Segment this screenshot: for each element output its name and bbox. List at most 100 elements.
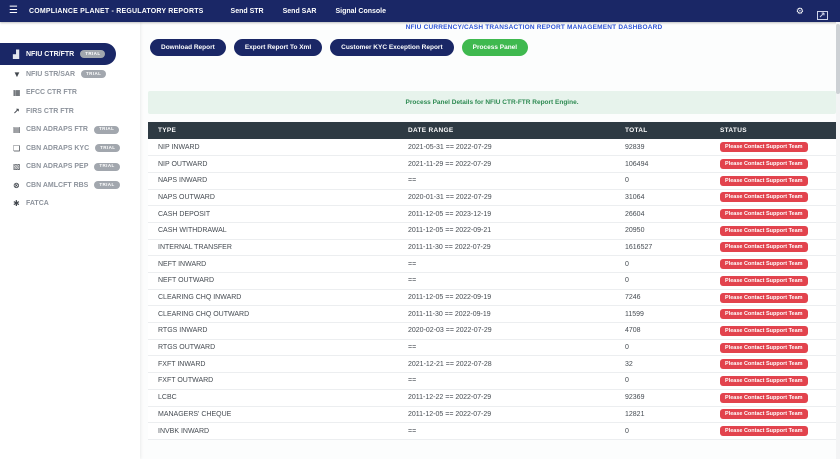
- sidebar-item-label: EFCC CTR FTR: [26, 89, 77, 96]
- sidebar-item-label: CBN AMLCFT RBS: [26, 182, 88, 189]
- hamburger-icon[interactable]: ☰: [9, 6, 18, 16]
- sidebar-item-efcc-ctr-ftr[interactable]: ▦ EFCC CTR FTR: [0, 84, 140, 103]
- cell-total: 12821: [615, 406, 710, 423]
- sidebar-item-fatca[interactable]: ✱ FATCA: [0, 195, 140, 214]
- contact-support-button[interactable]: Please Contact Support Team: [720, 359, 808, 369]
- contact-support-button[interactable]: Please Contact Support Team: [720, 192, 808, 202]
- cell-total: 32: [615, 356, 710, 373]
- contact-support-button[interactable]: Please Contact Support Team: [720, 242, 808, 252]
- scrollbar-thumb[interactable]: [836, 24, 840, 94]
- table-row: NIP INWARD 2021-05-31 == 2022-07-29 9283…: [148, 139, 836, 156]
- process-panel-button[interactable]: Process Panel: [462, 39, 528, 56]
- cell-type: CASH DEPOSIT: [148, 206, 398, 223]
- cell-type: RTGS OUTWARD: [148, 339, 398, 356]
- sidebar-item-label: CBN ADRAPS FTR: [26, 126, 88, 133]
- contact-support-button[interactable]: Please Contact Support Team: [720, 426, 808, 436]
- column-header-type: TYPE: [148, 122, 398, 139]
- contact-support-button[interactable]: Please Contact Support Team: [720, 343, 808, 353]
- report-table-wrap: TYPEDATE RANGETOTALSTATUS NIP INWARD 202…: [148, 122, 836, 440]
- cell-date-range: ==: [398, 339, 615, 356]
- cell-status: Please Contact Support Team: [710, 356, 836, 373]
- nav-link-send-str[interactable]: Send STR: [231, 8, 264, 15]
- navbar-right: ⚙: [796, 7, 828, 16]
- nav-link-signal-console[interactable]: Signal Console: [335, 8, 386, 15]
- contact-support-button[interactable]: Please Contact Support Team: [720, 159, 808, 169]
- sidebar-item-cbn-adraps-ftr[interactable]: ▤ CBN ADRAPS FTR TRIAL: [0, 121, 140, 140]
- contact-support-button[interactable]: Please Contact Support Team: [720, 176, 808, 186]
- cell-total: 4708: [615, 323, 710, 340]
- bar-chart-icon: ▟: [13, 50, 26, 59]
- customer-kyc-exception-report-button[interactable]: Customer KYC Exception Report: [330, 39, 454, 56]
- cell-date-range: 2011-12-05 == 2023-12-19: [398, 206, 615, 223]
- cell-date-range: 2011-11-30 == 2022-09-19: [398, 306, 615, 323]
- contact-support-button[interactable]: Please Contact Support Team: [720, 142, 808, 152]
- cell-status: Please Contact Support Team: [710, 389, 836, 406]
- cell-date-range: ==: [398, 373, 615, 390]
- contact-support-button[interactable]: Please Contact Support Team: [720, 276, 808, 286]
- cell-total: 0: [615, 256, 710, 273]
- cell-total: 26604: [615, 206, 710, 223]
- sidebar-item-label: NFIU CTR/FTR: [26, 51, 74, 58]
- contact-support-button[interactable]: Please Contact Support Team: [720, 326, 808, 336]
- table-row: CASH WITHDRAWAL 2011-12-05 == 2022-09-21…: [148, 222, 836, 239]
- cell-date-range: 2020-01-31 == 2022-07-29: [398, 189, 615, 206]
- table-row: INVBK INWARD == 0 Please Contact Support…: [148, 423, 836, 440]
- table-row: NIP OUTWARD 2021-11-29 == 2022-07-29 106…: [148, 156, 836, 173]
- contact-support-button[interactable]: Please Contact Support Team: [720, 259, 808, 269]
- cancel-icon: ⊗: [13, 181, 26, 190]
- gear-icon[interactable]: ⚙: [796, 7, 804, 16]
- sidebar-item-nfiu-str-sar[interactable]: ▼ NFIU STR/SAR TRIAL: [0, 65, 140, 84]
- cell-type: INTERNAL TRANSFER: [148, 239, 398, 256]
- table-row: MANAGERS' CHEQUE 2011-12-05 == 2022-07-2…: [148, 406, 836, 423]
- cell-type: LCBC: [148, 389, 398, 406]
- cell-status: Please Contact Support Team: [710, 172, 836, 189]
- cell-status: Please Contact Support Team: [710, 206, 836, 223]
- download-report-button[interactable]: Download Report: [150, 39, 226, 56]
- sidebar-item-cbn-adraps-kyc[interactable]: ❏ CBN ADRAPS KYC TRIAL: [0, 139, 140, 158]
- book-icon: ▤: [13, 125, 26, 134]
- trial-badge: TRIAL: [94, 163, 119, 171]
- cell-date-range: 2021-12-21 == 2022-07-28: [398, 356, 615, 373]
- nav-link-send-sar[interactable]: Send SAR: [283, 8, 317, 15]
- cell-date-range: 2021-05-31 == 2022-07-29: [398, 139, 615, 156]
- table-row: INTERNAL TRANSFER 2011-11-30 == 2022-07-…: [148, 239, 836, 256]
- cell-total: 1616527: [615, 239, 710, 256]
- cell-date-range: ==: [398, 423, 615, 440]
- cell-total: 0: [615, 423, 710, 440]
- cell-status: Please Contact Support Team: [710, 406, 836, 423]
- export-report-to-xml-button[interactable]: Export Report To Xml: [234, 39, 322, 56]
- contact-support-button[interactable]: Please Contact Support Team: [720, 309, 808, 319]
- cell-type: NIP OUTWARD: [148, 156, 398, 173]
- table-row: NAPS OUTWARD 2020-01-31 == 2022-07-29 31…: [148, 189, 836, 206]
- report-table: TYPEDATE RANGETOTALSTATUS NIP INWARD 202…: [148, 122, 836, 440]
- sidebar: ▟ NFIU CTR/FTR TRIAL ▼ NFIU STR/SAR TRIA…: [0, 22, 140, 459]
- contact-support-button[interactable]: Please Contact Support Team: [720, 209, 808, 219]
- sidebar-item-cbn-amlcft-rbs[interactable]: ⊗ CBN AMLCFT RBS TRIAL: [0, 176, 140, 195]
- sidebar-item-cbn-adraps-pep[interactable]: ▧ CBN ADRAPS PEP TRIAL: [0, 158, 140, 177]
- contact-support-button[interactable]: Please Contact Support Team: [720, 409, 808, 419]
- sidebar-item-firs-ctr-ftr[interactable]: ↗ FIRS CTR FTR: [0, 102, 140, 121]
- contact-support-button[interactable]: Please Contact Support Team: [720, 393, 808, 403]
- cell-type: MANAGERS' CHEQUE: [148, 406, 398, 423]
- cell-total: 0: [615, 373, 710, 390]
- cell-total: 0: [615, 339, 710, 356]
- cell-total: 92839: [615, 139, 710, 156]
- trial-badge: TRIAL: [94, 126, 119, 134]
- cell-status: Please Contact Support Team: [710, 222, 836, 239]
- sidebar-item-label: CBN ADRAPS PEP: [26, 163, 88, 170]
- table-row: RTGS OUTWARD == 0 Please Contact Support…: [148, 339, 836, 356]
- contact-support-button[interactable]: Please Contact Support Team: [720, 376, 808, 386]
- cell-status: Please Contact Support Team: [710, 423, 836, 440]
- screen-cast-icon[interactable]: [817, 7, 828, 16]
- cell-status: Please Contact Support Team: [710, 273, 836, 290]
- sidebar-item-label: CBN ADRAPS KYC: [26, 145, 89, 152]
- main-content: NFIU CURRENCY/CASH TRANSACTION REPORT MA…: [140, 22, 840, 459]
- table-row: FXFT INWARD 2021-12-21 == 2022-07-28 32 …: [148, 356, 836, 373]
- sidebar-item-nfiu-ctr-ftr[interactable]: ▟ NFIU CTR/FTR TRIAL: [0, 43, 116, 65]
- nav-links: Send STR Send SAR Signal Console: [231, 8, 386, 15]
- contact-support-button[interactable]: Please Contact Support Team: [720, 226, 808, 236]
- cell-date-range: 2011-12-22 == 2022-07-29: [398, 389, 615, 406]
- contact-support-button[interactable]: Please Contact Support Team: [720, 293, 808, 303]
- cell-type: NAPS OUTWARD: [148, 189, 398, 206]
- cell-type: CASH WITHDRAWAL: [148, 222, 398, 239]
